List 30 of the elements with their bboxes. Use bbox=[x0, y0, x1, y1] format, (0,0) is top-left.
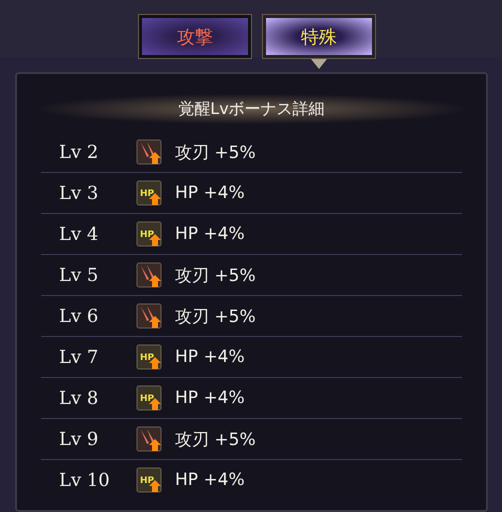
level-label: Lv 4 bbox=[58, 224, 100, 244]
hp-up-icon: HP bbox=[136, 467, 162, 493]
swords-up-icon bbox=[136, 426, 162, 452]
tab[interactable]: 特殊 bbox=[263, 15, 375, 58]
level-label: Lv 5 bbox=[58, 264, 100, 286]
bonus-text: 攻刃 +5% bbox=[175, 428, 256, 450]
bonus-text: HP +4% bbox=[175, 224, 245, 244]
swords-up-icon bbox=[136, 139, 162, 165]
hp-up-icon: HP bbox=[136, 385, 162, 411]
level-label: Lv 3 bbox=[58, 182, 100, 204]
level-label: Lv 9 bbox=[58, 428, 100, 450]
hp-up-icon: HP bbox=[136, 180, 162, 206]
swords-up-icon bbox=[136, 303, 162, 329]
bonus-text: 攻刃 +5% bbox=[175, 142, 256, 164]
bonus-text: HP +4% bbox=[175, 347, 245, 367]
tab[interactable]: 攻撃 bbox=[139, 15, 251, 58]
level-label: Lv 7 bbox=[58, 346, 100, 368]
bonus-text: HP +4% bbox=[175, 183, 245, 203]
swords-up-icon bbox=[136, 262, 162, 288]
level-label: Lv 2 bbox=[58, 142, 100, 162]
level-label: Lv 6 bbox=[58, 306, 100, 326]
hp-up-icon: HP bbox=[136, 221, 162, 247]
hp-up-icon: HP bbox=[136, 344, 162, 370]
bonus-text: HP +4% bbox=[175, 388, 245, 408]
bonus-text: 攻刃 +5% bbox=[175, 264, 256, 286]
pointer-icon bbox=[311, 59, 327, 69]
bonus-text: 攻刃 +5% bbox=[175, 306, 256, 328]
level-label: Lv 8 bbox=[58, 388, 100, 408]
bonus-text: HP +4% bbox=[175, 470, 245, 490]
level-label: Lv 10 bbox=[58, 470, 111, 490]
